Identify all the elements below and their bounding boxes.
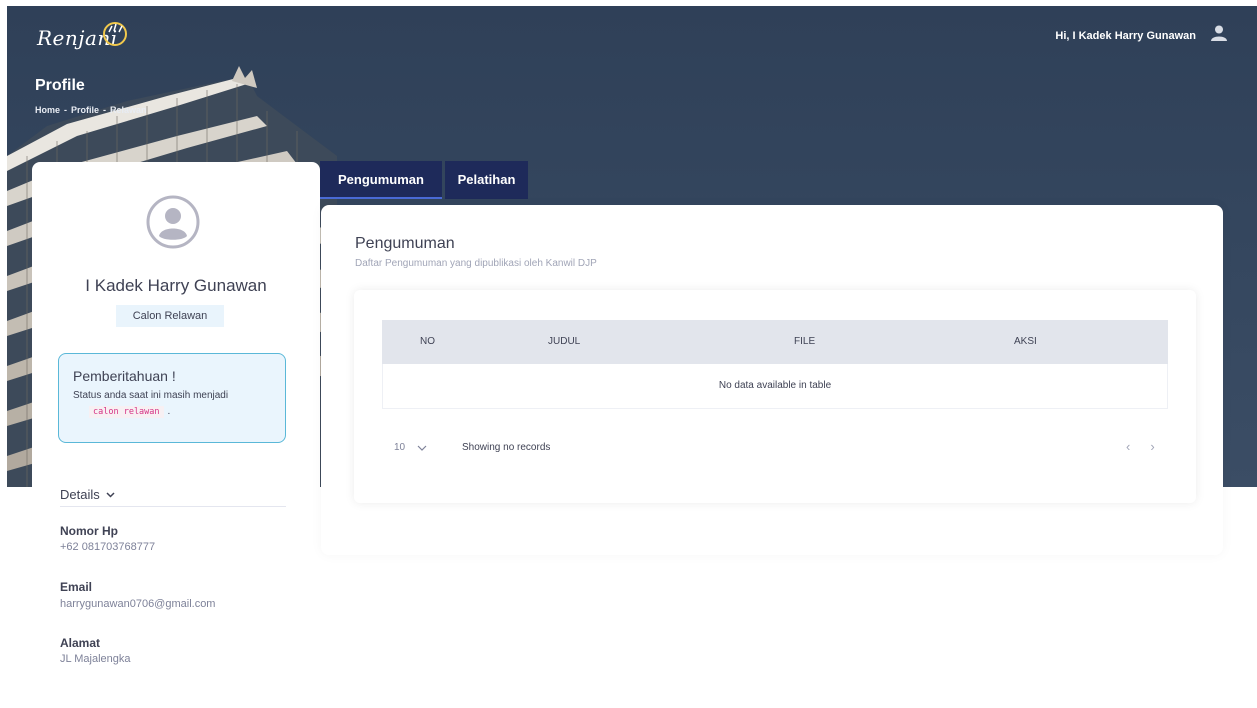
phone-value: +62 081703768777 [60, 541, 156, 553]
role-badge: Calon Relawan [116, 305, 224, 327]
section-subtitle: Daftar Pengumuman yang dipublikasi oleh … [355, 258, 597, 269]
tab-pengumuman[interactable]: Pengumuman [320, 161, 442, 199]
address-label: Alamat [60, 636, 101, 650]
breadcrumb-separator: - [64, 105, 68, 115]
alert-period: . [167, 406, 171, 417]
section-title: Pengumuman [355, 235, 455, 252]
details-toggle[interactable]: Details [60, 487, 115, 502]
breadcrumb-relawan: Relawan [110, 105, 147, 115]
renjani-logo[interactable]: Renjani [37, 20, 133, 56]
column-header-judul[interactable]: JUDUL [548, 320, 580, 364]
table-header: NO JUDUL FILE AKSI [382, 320, 1168, 364]
breadcrumb-home[interactable]: Home [35, 105, 60, 115]
details-label: Details [60, 487, 100, 502]
breadcrumb-profile[interactable]: Profile [71, 105, 99, 115]
chevron-down-icon [106, 491, 115, 498]
alert-status-code: calon relawan [89, 406, 164, 418]
breadcrumb: Home - Profile - Relawan [35, 105, 147, 115]
prev-page-button[interactable]: ‹ [1126, 439, 1130, 454]
breadcrumb-separator: - [103, 105, 107, 115]
address-value: JL Majalengka [60, 653, 131, 665]
alert-text: Status anda saat ini masih menjadi [73, 390, 229, 401]
phone-label: Nomor Hp [60, 524, 118, 538]
announcement-card: Pengumuman Daftar Pengumuman yang dipubl… [321, 205, 1223, 555]
email-value: harrygunawan0706@gmail.com [60, 598, 216, 610]
page: Renjani Profile Home - Profile - Relawan… [0, 0, 1257, 708]
column-header-no[interactable]: NO [420, 320, 435, 364]
user-greeting[interactable]: Hi, I Kadek Harry Gunawan [1055, 30, 1196, 42]
email-label: Email [60, 580, 93, 594]
page-size-select[interactable]: 10 [394, 442, 427, 453]
table-empty-row: No data available in table [382, 364, 1168, 409]
user-icon[interactable] [1210, 24, 1228, 42]
page-title: Profile [35, 77, 85, 94]
next-page-button[interactable]: › [1150, 439, 1154, 454]
page-size-value: 10 [394, 442, 406, 453]
chevron-down-icon [417, 445, 427, 451]
tab-pelatihan[interactable]: Pelatihan [445, 161, 528, 199]
records-info: Showing no records [462, 442, 551, 453]
table-panel: NO JUDUL FILE AKSI No data available in … [354, 290, 1196, 503]
pagination: ‹ › [1126, 439, 1155, 454]
alert-title: Pemberitahuan ! [73, 368, 176, 384]
user-circle-icon [146, 195, 200, 249]
profile-card: I Kadek Harry Gunawan Calon Relawan Pemb… [32, 162, 320, 708]
profile-name: I Kadek Harry Gunawan [85, 276, 267, 295]
logo-emblem-icon [103, 22, 127, 46]
column-header-file[interactable]: FILE [794, 320, 815, 364]
details-divider [60, 506, 286, 507]
column-header-aksi[interactable]: AKSI [1014, 320, 1037, 364]
notification-alert: Pemberitahuan ! Status anda saat ini mas… [58, 353, 286, 443]
